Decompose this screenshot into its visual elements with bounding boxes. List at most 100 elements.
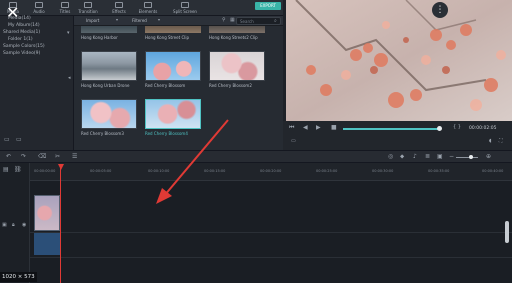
elements-icon bbox=[144, 2, 152, 8]
preview-player[interactable]: ⋮ bbox=[286, 0, 512, 124]
clip-thumbnail bbox=[81, 99, 137, 129]
fullscreen-icon[interactable]: ⛶ bbox=[499, 139, 503, 144]
toolbar-effects[interactable]: Effects bbox=[106, 2, 132, 14]
clip-red-cherry-blossom[interactable]: Red Cherry Blossom bbox=[145, 51, 201, 88]
volume-icon[interactable]: ◖ bbox=[489, 139, 492, 144]
split-screen-icon bbox=[181, 2, 189, 8]
toolbar-split-screen[interactable]: Split Screen bbox=[170, 2, 200, 14]
playhead-line[interactable] bbox=[60, 168, 61, 283]
lock-icon[interactable]: 🔒︎ bbox=[12, 223, 15, 228]
edit-toolbar: ↶ ↷ ⌫ ✂ ☰ ◎ ⬥ ♪ ≣ ▣ − ⊕ bbox=[0, 150, 512, 163]
annotation-arrow bbox=[156, 119, 229, 204]
clip-urban-drone[interactable]: Hong Kong Urban Drone bbox=[81, 51, 137, 88]
library-item-shared-media[interactable]: Shared Media(1) bbox=[3, 30, 40, 35]
zoom-handle[interactable] bbox=[469, 155, 473, 159]
adjust-icon[interactable]: ☰ bbox=[72, 154, 77, 160]
marker-icon[interactable]: ⬥ bbox=[400, 154, 404, 160]
more-menu-icon[interactable]: ⋮ bbox=[432, 2, 448, 18]
search-icon: ⌕ bbox=[274, 18, 277, 24]
vertical-scrollbar[interactable] bbox=[505, 221, 509, 243]
timeline-tracks[interactable] bbox=[30, 181, 512, 283]
eye-icon[interactable]: ◉ bbox=[22, 223, 26, 228]
clip-thumbnail bbox=[81, 26, 137, 33]
ruler-tick: 00:00:00:00 bbox=[34, 169, 56, 173]
ruler-tick: 00:00:40:00 bbox=[482, 169, 504, 173]
timecode: 00:00:02:05 bbox=[469, 126, 497, 131]
toolbar-audio[interactable]: Audio bbox=[26, 2, 52, 14]
add-folder-icon[interactable]: ▭ bbox=[16, 137, 22, 143]
clip-thumbnail bbox=[145, 26, 201, 33]
timeline-ruler[interactable]: 00:00:00:00 00:00:05:00 00:00:10:00 00:0… bbox=[30, 163, 512, 181]
mic-icon[interactable]: ♪ bbox=[413, 154, 417, 160]
redo-icon[interactable]: ↷ bbox=[21, 154, 26, 160]
filter-dropdown[interactable]: Filtered bbox=[132, 18, 147, 23]
snapshot-icon[interactable]: ▭ bbox=[291, 139, 296, 144]
render-icon[interactable]: ◎ bbox=[388, 154, 393, 160]
add-track-icon[interactable]: ▤ bbox=[3, 167, 9, 173]
video-track[interactable] bbox=[30, 181, 512, 233]
export-button[interactable]: EXPORT bbox=[255, 2, 281, 10]
ruler-tick: 00:00:25:00 bbox=[316, 169, 338, 173]
track-video-icon[interactable]: ▣ bbox=[2, 223, 7, 228]
library-item-sample-colors[interactable]: Sample Colors(15) bbox=[3, 44, 45, 49]
clip-red-cherry-blossom2[interactable]: Red Cherry Blossom2 bbox=[209, 51, 265, 88]
clip-hong-kong-streets2[interactable]: Hong Kong Streets2 Clip bbox=[209, 26, 265, 40]
cut-icon[interactable]: ✂ bbox=[55, 154, 60, 160]
chevron-down-icon[interactable]: ▾ bbox=[67, 31, 70, 36]
delete-icon[interactable]: ⌫ bbox=[38, 154, 46, 160]
snap-icon[interactable]: ▣ bbox=[437, 154, 443, 160]
link-icon[interactable]: ⛓ bbox=[14, 167, 22, 173]
close-icon[interactable]: ✕ bbox=[6, 5, 19, 21]
clip-hong-kong-harbor[interactable]: Hong Kong Harbor bbox=[81, 26, 137, 40]
track-header: ▤ ⛓ ▣ 🔒︎ ◉ bbox=[0, 163, 30, 283]
rewind-icon[interactable]: ⏮ bbox=[289, 125, 294, 131]
clip-caption: Red Cherry Blossom2 bbox=[209, 83, 252, 88]
titles-icon bbox=[61, 2, 69, 8]
preview-frame bbox=[286, 0, 512, 124]
zoom-in-icon[interactable]: ⊕ bbox=[486, 154, 491, 160]
library-item-folder[interactable]: Folder 1(1) bbox=[8, 37, 33, 42]
audio-icon bbox=[35, 2, 43, 8]
ruler-tick: 00:00:35:00 bbox=[428, 169, 450, 173]
new-folder-icon[interactable]: ▭ bbox=[4, 137, 10, 143]
clip-red-cherry-blossom3[interactable]: Red Cherry Blossom3 bbox=[81, 99, 137, 136]
import-button[interactable]: Import bbox=[86, 18, 99, 23]
step-back-icon[interactable]: ◀ bbox=[303, 125, 308, 131]
audio-mixer-icon[interactable]: ≣ bbox=[425, 154, 430, 160]
stop-icon[interactable]: ■ bbox=[331, 125, 337, 131]
clip-thumbnail bbox=[209, 26, 265, 33]
clip-thumbnail bbox=[81, 51, 137, 81]
timeline-clip-audio[interactable] bbox=[34, 233, 60, 255]
library-item-sample-video[interactable]: Sample Video(9) bbox=[3, 51, 40, 56]
progress-handle[interactable] bbox=[437, 126, 442, 131]
play-icon[interactable]: ▶ bbox=[316, 125, 321, 131]
bracket-icon[interactable]: { } bbox=[453, 125, 461, 130]
effects-icon bbox=[115, 2, 123, 8]
dimensions-overlay: 1020 × 573 bbox=[0, 272, 37, 282]
clip-caption: Hong Kong Streets2 Clip bbox=[209, 35, 258, 40]
zoom-out-icon[interactable]: − bbox=[449, 154, 454, 160]
clip-thumbnail bbox=[209, 51, 265, 81]
search-input[interactable]: Search ⌕ bbox=[236, 17, 281, 25]
timeline-clip[interactable] bbox=[34, 195, 60, 231]
import-chevron-icon[interactable]: ▾ bbox=[116, 18, 118, 22]
clip-caption: Red Cherry Blossom3 bbox=[81, 131, 124, 136]
toolbar-elements[interactable]: Elements bbox=[135, 2, 161, 14]
playback-progress[interactable] bbox=[343, 128, 441, 130]
filter-chevron-icon[interactable]: ▾ bbox=[158, 18, 160, 22]
grid-view-icon[interactable]: ▦ bbox=[230, 18, 235, 23]
top-toolbar: Media Audio Titles Transition Effects El… bbox=[0, 0, 283, 16]
clip-caption: Hong Kong Urban Drone bbox=[81, 83, 130, 88]
clip-hong-kong-street[interactable]: Hong Kong Street Clip bbox=[145, 26, 201, 40]
collapse-arrow-icon[interactable]: ◂ bbox=[68, 76, 71, 81]
undo-icon[interactable]: ↶ bbox=[6, 154, 11, 160]
clip-caption: Hong Kong Street Clip bbox=[145, 35, 189, 40]
zoom-slider[interactable] bbox=[456, 157, 478, 158]
ruler-tick: 00:00:30:00 bbox=[372, 169, 394, 173]
filter-icon[interactable]: ⚲ bbox=[222, 18, 226, 23]
toolbar-transition[interactable]: Transition bbox=[75, 2, 101, 14]
clip-thumbnail bbox=[145, 51, 201, 81]
media-toolbar: Import ▾ Filtered ▾ ⚲ ▦ Search ⌕ bbox=[74, 16, 283, 26]
playhead-marker[interactable] bbox=[58, 164, 64, 170]
library-item-my-album[interactable]: My Album(14) bbox=[8, 23, 40, 28]
